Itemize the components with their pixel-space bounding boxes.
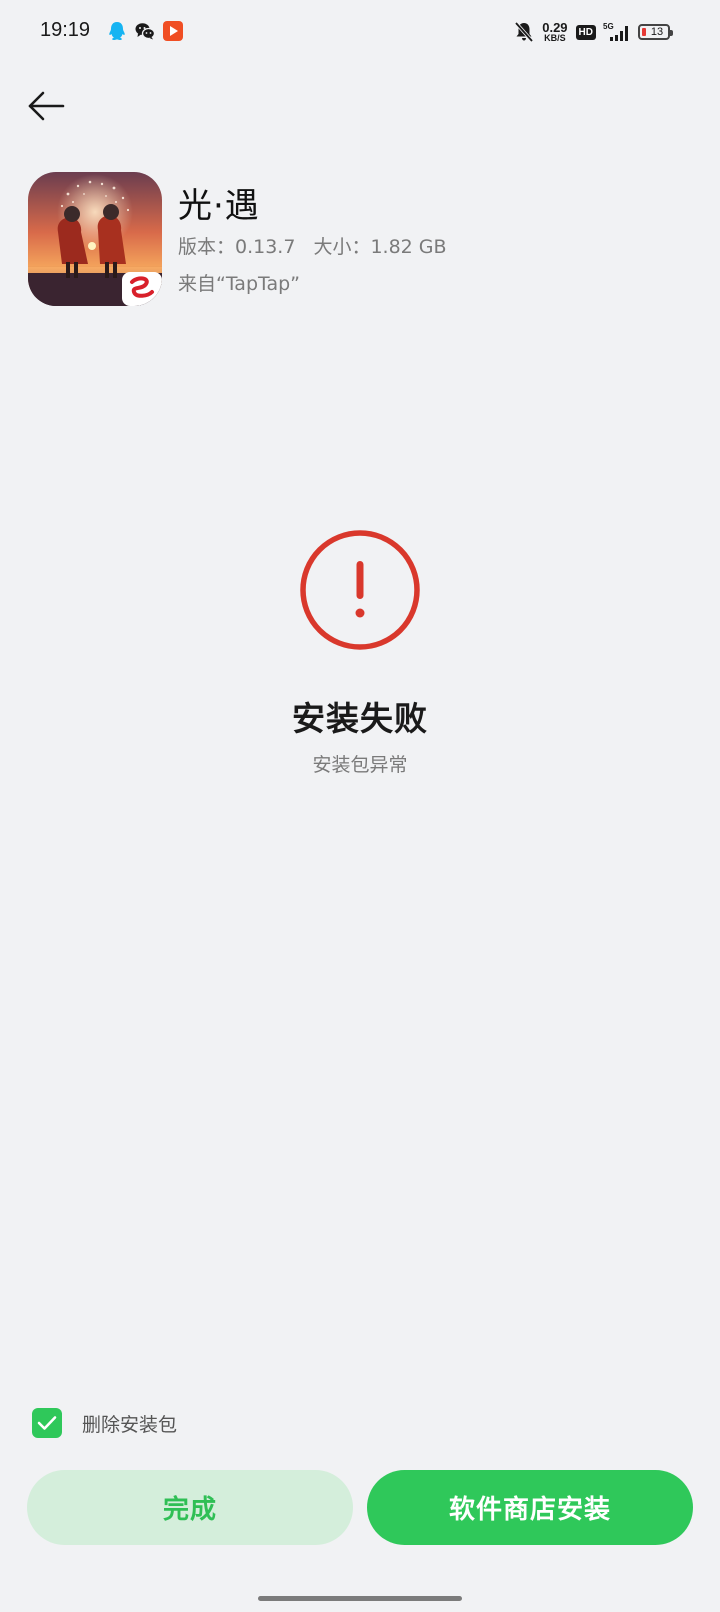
app-icon xyxy=(28,172,162,306)
status-time: 19:19 xyxy=(40,19,91,41)
signal-5g-icon: 5G xyxy=(603,22,628,41)
network-type-label: 5G xyxy=(603,22,614,31)
network-speed-unit: KB/S xyxy=(544,33,566,43)
status-right-group: 0.29 KB/S HD 5G 13 xyxy=(514,18,673,46)
qq-icon xyxy=(109,22,125,40)
delete-package-label: 删除安装包 xyxy=(82,1413,178,1436)
back-button[interactable] xyxy=(24,84,68,128)
done-button[interactable]: 完成 xyxy=(27,1470,353,1545)
app-source: 来自“TapTap” xyxy=(178,273,301,295)
error-exclamation-icon xyxy=(300,530,420,650)
battery-level: 13 xyxy=(650,26,664,38)
sky-app-artwork-icon xyxy=(28,172,162,306)
app-name: 光·遇 xyxy=(178,186,260,226)
delete-package-checkbox[interactable] xyxy=(32,1408,62,1438)
wechat-icon xyxy=(135,23,156,40)
network-speed: 0.29 KB/S xyxy=(542,21,567,43)
hd-badge: HD xyxy=(575,24,596,40)
video-app-icon xyxy=(163,21,183,41)
back-arrow-icon xyxy=(28,91,65,121)
delete-package-option[interactable]: 删除安装包 xyxy=(32,1407,177,1439)
checkmark-icon xyxy=(37,1416,57,1430)
app-store-install-button[interactable]: 软件商店安装 xyxy=(367,1470,693,1545)
status-bar: 19:19 0.29 KB/S HD 5G 13 xyxy=(0,0,720,64)
app-info-header: 光·遇 版本：0.13.7 大小：1.82 GB 来自“TapTap” xyxy=(28,172,688,308)
install-failed-reason: 安装包异常 xyxy=(312,754,408,776)
home-indicator[interactable] xyxy=(258,1596,462,1601)
install-failed-title: 安装失败 xyxy=(292,699,428,738)
mute-bell-icon xyxy=(514,21,534,43)
battery-fill xyxy=(642,28,646,36)
app-version: 版本：0.13.7 xyxy=(178,236,296,258)
app-meta: 版本：0.13.7 大小：1.82 GB xyxy=(178,232,447,259)
battery-icon: 13 xyxy=(638,24,673,40)
app-size: 大小：1.82 GB xyxy=(313,236,447,258)
